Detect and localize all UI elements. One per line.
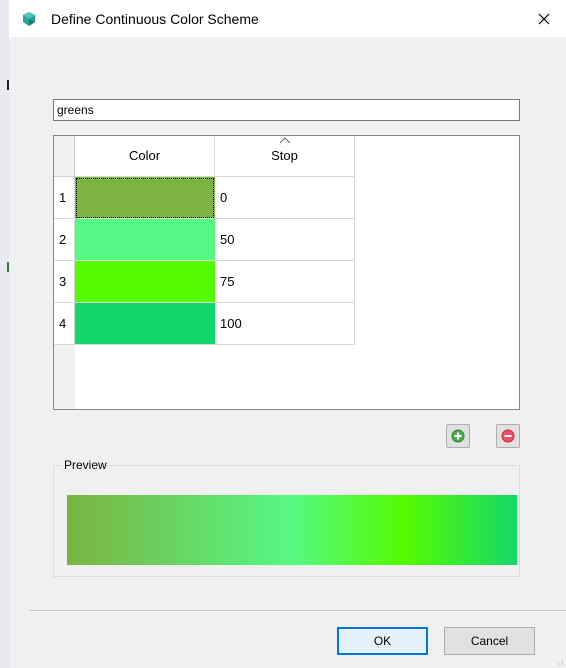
color-swatch-cell[interactable] [75, 177, 215, 219]
color-swatch-cell[interactable] [75, 303, 215, 345]
color-swatch-cell[interactable] [75, 261, 215, 303]
stop-value-cell[interactable]: 50 [215, 219, 355, 261]
row-index: 4 [59, 316, 67, 331]
title-bar: Define Continuous Color Scheme [9, 0, 566, 37]
app-icon [23, 12, 35, 26]
stop-value-cell[interactable]: 75 [215, 261, 355, 303]
close-icon [538, 13, 550, 24]
row-header[interactable]: 3 [54, 261, 75, 303]
row-index: 1 [59, 190, 67, 205]
column-header-label: Color [128, 148, 161, 163]
background-window-edge [0, 0, 9, 668]
remove-stop-button[interactable] [496, 424, 520, 448]
column-header-stop[interactable]: Stop [215, 136, 355, 177]
color-swatch-cell[interactable] [75, 219, 215, 261]
preview-label: Preview [62, 458, 109, 472]
preview-group: Preview [53, 458, 520, 577]
stop-value: 100 [220, 316, 242, 331]
scheme-name-input[interactable] [53, 99, 520, 121]
close-button[interactable] [522, 0, 566, 37]
stop-value-cell[interactable]: 0 [215, 177, 355, 219]
column-header-label: Stop [271, 148, 298, 163]
stop-value: 50 [220, 232, 235, 247]
row-header[interactable]: 2 [54, 219, 75, 261]
add-icon [451, 429, 465, 443]
cancel-button[interactable]: Cancel [444, 627, 535, 655]
color-scheme-dialog: Define Continuous Color Scheme Color Sto… [9, 0, 566, 668]
row-header[interactable]: 1 [54, 177, 75, 219]
sort-ascending-icon [279, 137, 290, 144]
row-header[interactable]: 4 [54, 303, 75, 345]
gradient-preview-bar [67, 495, 517, 565]
remove-icon [501, 429, 515, 443]
add-stop-button[interactable] [446, 424, 470, 448]
stop-value: 75 [220, 274, 235, 289]
column-header-color[interactable]: Color [75, 136, 215, 177]
table-corner [54, 136, 75, 177]
stop-value-cell[interactable]: 100 [215, 303, 355, 345]
window-title: Define Continuous Color Scheme [51, 11, 259, 27]
color-stop-table: Color Stop 1 0 2 50 3 75 4 100 [53, 135, 520, 410]
ok-button[interactable]: OK [337, 627, 428, 655]
button-separator [29, 610, 566, 611]
row-index: 2 [59, 232, 67, 247]
stop-value: 0 [220, 190, 228, 205]
resize-grip-icon[interactable] [554, 656, 564, 666]
row-index: 3 [59, 274, 67, 289]
